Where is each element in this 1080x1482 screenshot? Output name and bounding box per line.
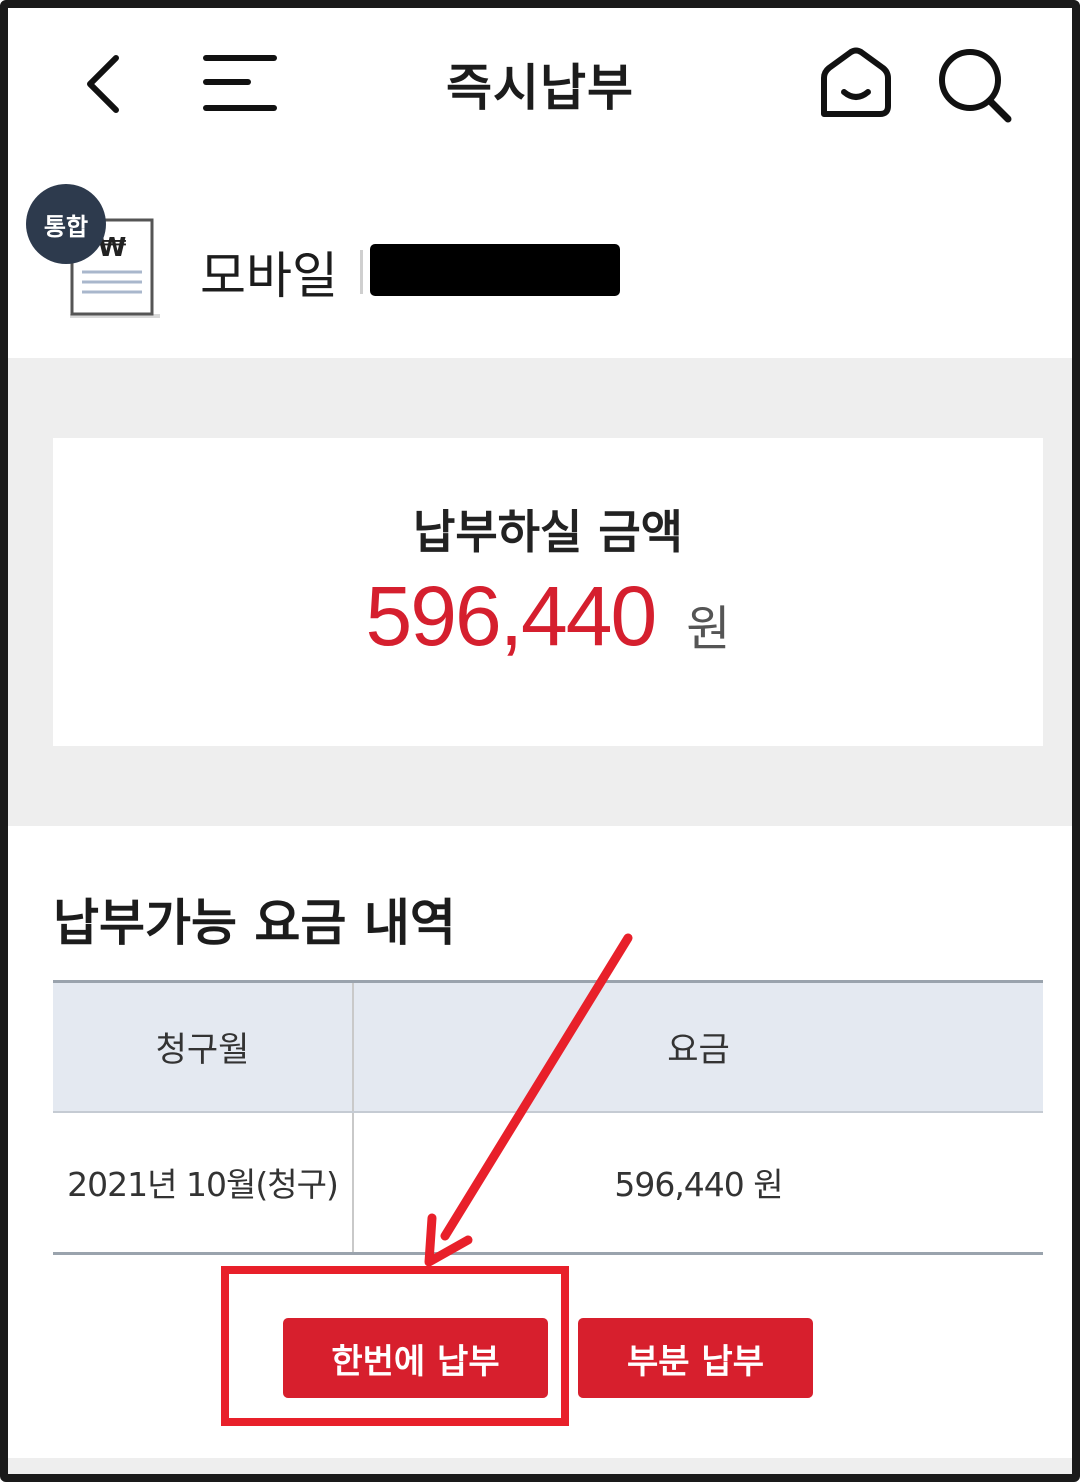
column-header-amount: 요금 [353, 981, 1043, 1113]
amount-card: 납부하실 금액 596,440 원 [53, 438, 1043, 746]
app-screen: 즉시납부 ₩ 통합 모바일 납부하실 금액 596,440 원 납부가능 요금 … [0, 0, 1080, 1482]
home-icon[interactable] [814, 44, 898, 124]
redacted-account-number [370, 244, 620, 296]
cell-charge-amount: 596,440 원 [614, 1165, 783, 1205]
account-type-label: 모바일 [200, 247, 338, 305]
account-summary: ₩ 통합 모바일 [8, 158, 1072, 358]
charges-table: 청구월 요금 2021년 10월(청구) 596,440 원 [53, 980, 1043, 1255]
bottom-strip [8, 1458, 1072, 1474]
pay-partial-button[interactable]: 부분 납부 [578, 1318, 813, 1398]
column-header-month: 청구월 [53, 981, 354, 1113]
amount-title: 납부하실 금액 [413, 505, 683, 559]
top-app-bar: 즉시납부 [8, 8, 1072, 158]
pay-full-button[interactable]: 한번에 납부 [283, 1318, 548, 1398]
amount-value: 596,440 [365, 569, 658, 663]
table-header-row: 청구월 요금 [53, 981, 1043, 1113]
section-title: 납부가능 요금 내역 [53, 894, 456, 952]
table-row: 2021년 10월(청구) 596,440 원 [53, 1111, 1043, 1254]
integrated-badge: 통합 [26, 184, 106, 264]
divider [360, 250, 363, 294]
amount-unit: 원 [686, 601, 731, 657]
cell-billing-month: 2021년 10월(청구) [53, 1111, 354, 1254]
amount-section: 납부하실 금액 596,440 원 [8, 358, 1072, 826]
amount-row: 596,440 원 [53, 568, 1043, 665]
search-icon[interactable] [932, 44, 1018, 124]
page-title: 즉시납부 [446, 59, 634, 117]
